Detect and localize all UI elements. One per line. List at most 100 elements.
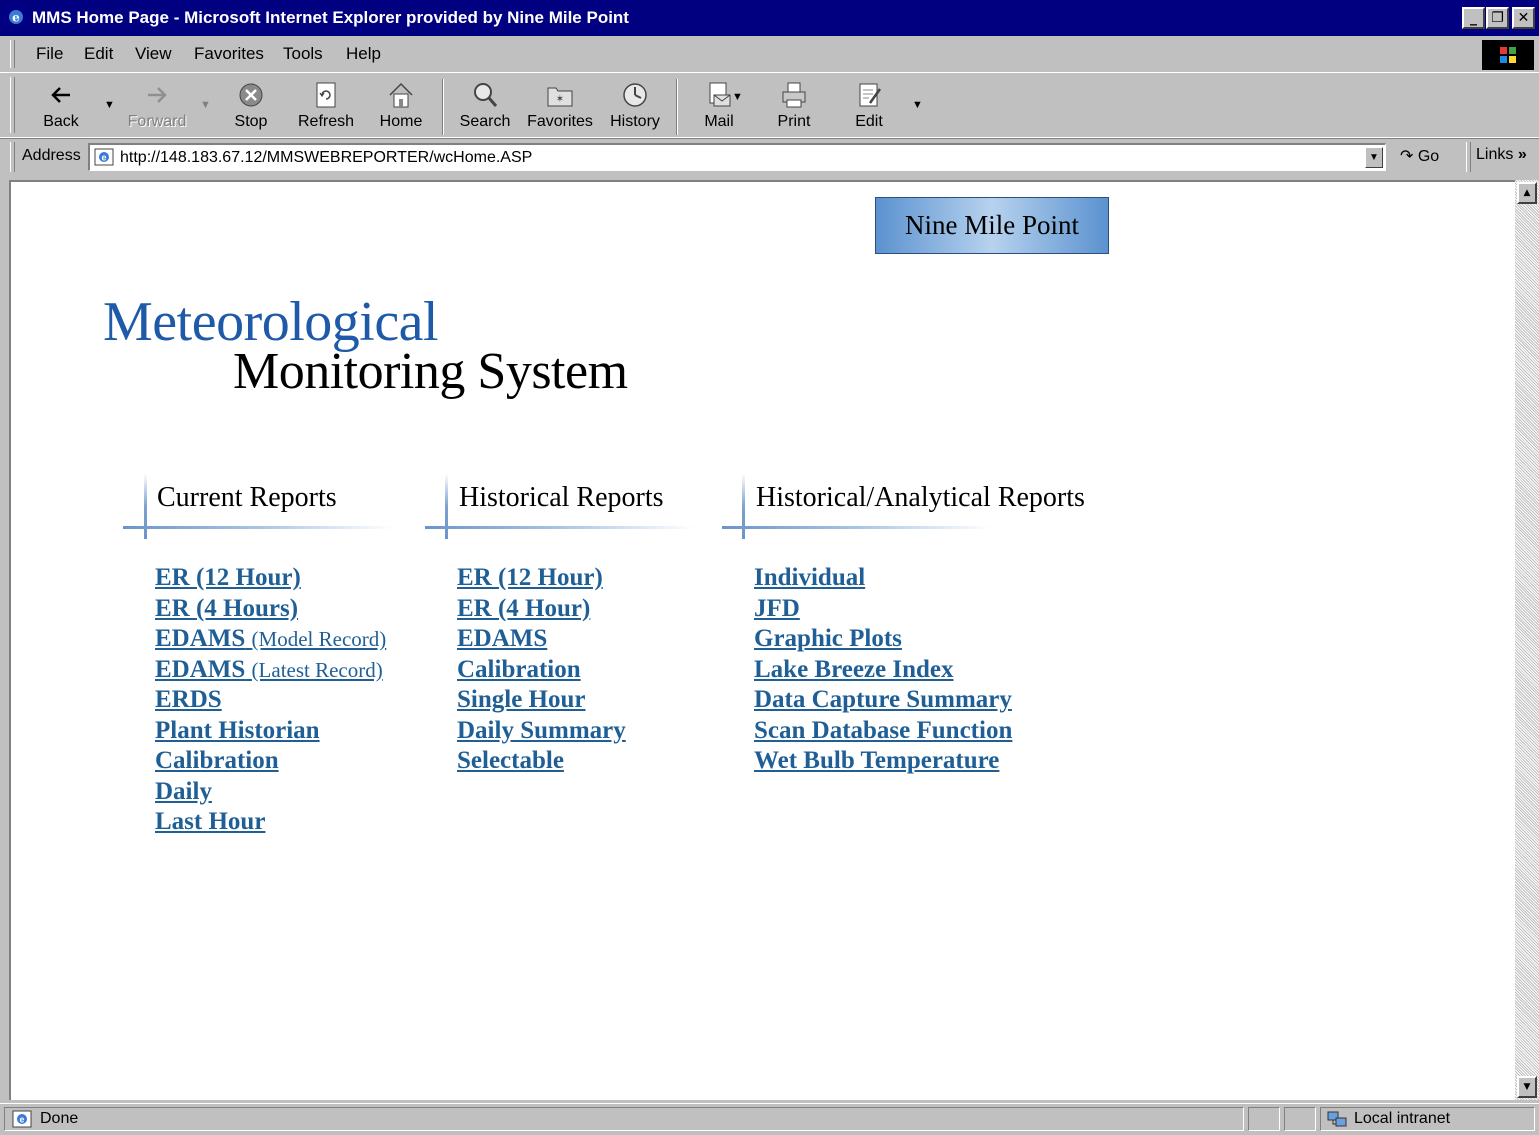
mail-dropdown-icon[interactable]: ▼ [732,91,743,103]
scroll-down-button[interactable]: ▼ [1517,1076,1537,1098]
toolbar-grip[interactable] [10,77,15,133]
heading-rule-horizontal [722,526,992,529]
svg-text:✶: ✶ [556,94,564,105]
heading-rule-vertical [144,474,147,539]
print-label: Print [777,113,811,130]
chevron-right-icon: » [1517,146,1527,163]
link-analytical-lake-breeze-index[interactable]: Lake Breeze Index [754,656,954,683]
link-current-calibration[interactable]: Calibration [155,747,279,774]
close-button[interactable]: ✕ [1512,7,1535,29]
go-button[interactable]: ↷ Go [1400,146,1439,166]
close-icon: ✕ [1517,10,1530,26]
list-item: JFD [754,594,1012,625]
print-button[interactable]: Print [759,79,829,135]
list-item: Selectable [457,746,626,777]
link-current-edams-model-record[interactable]: EDAMS (Model Record) [155,625,386,652]
menu-file[interactable]: File [36,44,63,64]
forward-button[interactable]: Forward [122,79,192,135]
mail-icon [709,82,731,107]
list-item: Individual [754,563,1012,594]
scroll-up-button[interactable]: ▲ [1517,182,1537,204]
address-url: http://148.183.67.12/MMSWEBREPORTER/wcHo… [120,149,533,166]
address-bar: Address e http://148.183.67.12/MMSWEBREP… [0,137,1539,178]
windows-logo-icon [1482,40,1534,70]
link-historical-calibration[interactable]: Calibration [457,656,581,683]
list-item: Data Capture Summary [754,685,1012,716]
link-current-daily[interactable]: Daily [155,778,212,805]
link-analytical-scan-database-function[interactable]: Scan Database Function [754,717,1012,744]
historical-analytical-reports-heading: Historical/Analytical Reports [756,482,1085,513]
list-item: Wet Bulb Temperature [754,746,1012,777]
refresh-label: Refresh [297,113,355,130]
link-historical-edams[interactable]: EDAMS [457,625,547,652]
heading-rule-horizontal [123,526,393,529]
link-current-last-hour[interactable]: Last Hour [155,808,265,835]
vertical-scrollbar[interactable] [1515,180,1539,1100]
edit-dropdown-icon[interactable]: ▼ [912,99,923,111]
list-item: Daily [155,777,386,808]
links-button[interactable]: Links » [1476,146,1527,164]
list-item: EDAMS [457,624,626,655]
address-input[interactable]: e http://148.183.67.12/MMSWEBREPORTER/wc… [88,143,1386,171]
refresh-button[interactable]: Refresh [291,79,361,135]
link-historical-selectable[interactable]: Selectable [457,747,564,774]
address-grip[interactable] [10,142,15,172]
list-item: ER (4 Hour) [457,594,626,625]
link-current-plant-historian[interactable]: Plant Historian [155,717,320,744]
page-icon: e [94,148,114,166]
toolbar-separator [676,79,678,135]
historical-reports-list: ER (12 Hour) ER (4 Hour) EDAMS Calibrati… [457,563,626,777]
menu-edit[interactable]: Edit [84,44,113,64]
home-label: Home [379,113,423,130]
link-analytical-jfd[interactable]: JFD [754,595,800,622]
back-dropdown-icon[interactable]: ▼ [104,99,115,111]
link-analytical-graphic-plots[interactable]: Graphic Plots [754,625,902,652]
history-button[interactable]: History [600,79,670,135]
page-viewport[interactable]: Nine Mile Point Meteorological Monitorin… [9,180,1515,1100]
favorites-button[interactable]: ✶ Favorites [525,79,595,135]
menu-view[interactable]: View [135,44,172,64]
minimize-button[interactable]: _ [1462,7,1485,29]
link-current-erds[interactable]: ERDS [155,686,222,713]
printer-icon [782,82,806,108]
menu-grip[interactable] [10,40,15,68]
menu-help[interactable]: Help [346,44,381,64]
nine-mile-point-button[interactable]: Nine Mile Point [875,197,1109,254]
page-status-icon: e [12,1110,32,1128]
menu-favorites[interactable]: Favorites [194,44,264,64]
stop-button[interactable]: Stop [216,79,286,135]
link-current-edams-latest-record[interactable]: EDAMS (Latest Record) [155,656,383,683]
link-current-er-12-hour[interactable]: ER (12 Hour) [155,564,301,591]
link-current-er-4-hours[interactable]: ER (4 Hours) [155,595,298,622]
edit-button[interactable]: Edit [834,79,904,135]
link-historical-single-hour[interactable]: Single Hour [457,686,586,713]
history-label: History [610,113,660,130]
search-button[interactable]: Search [450,79,520,135]
link-analytical-individual[interactable]: Individual [754,564,865,591]
list-item: Daily Summary [457,716,626,747]
svg-text:e: e [101,153,106,163]
back-button[interactable]: Back [26,79,96,135]
go-arrow-icon: ↷ [1400,148,1414,165]
link-analytical-wet-bulb-temperature[interactable]: Wet Bulb Temperature [754,747,999,774]
maximize-button[interactable]: ❐ [1486,7,1509,29]
stop-label: Stop [234,113,268,130]
forward-dropdown-icon[interactable]: ▼ [200,99,211,111]
forward-label: Forward [127,113,187,130]
address-dropdown-icon[interactable]: ▼ [1365,147,1383,168]
link-historical-er-4-hour[interactable]: ER (4 Hour) [457,595,590,622]
window-title: MMS Home Page - Microsoft Internet Explo… [32,8,629,27]
list-item: EDAMS (Latest Record) [155,655,386,686]
current-reports-list: ER (12 Hour) ER (4 Hours) EDAMS (Model R… [155,563,386,838]
link-historical-er-12-hour[interactable]: ER (12 Hour) [457,564,603,591]
menu-tools[interactable]: Tools [283,44,323,64]
links-grip[interactable] [1466,142,1471,172]
list-item: Graphic Plots [754,624,1012,655]
home-button[interactable]: Home [366,79,436,135]
favorites-folder-icon: ✶ [547,87,573,107]
toolbar-separator [442,79,444,135]
link-analytical-data-capture-summary[interactable]: Data Capture Summary [754,686,1012,713]
list-item: Plant Historian [155,716,386,747]
link-historical-daily-summary[interactable]: Daily Summary [457,717,626,744]
mail-button[interactable]: Mail [684,79,754,135]
